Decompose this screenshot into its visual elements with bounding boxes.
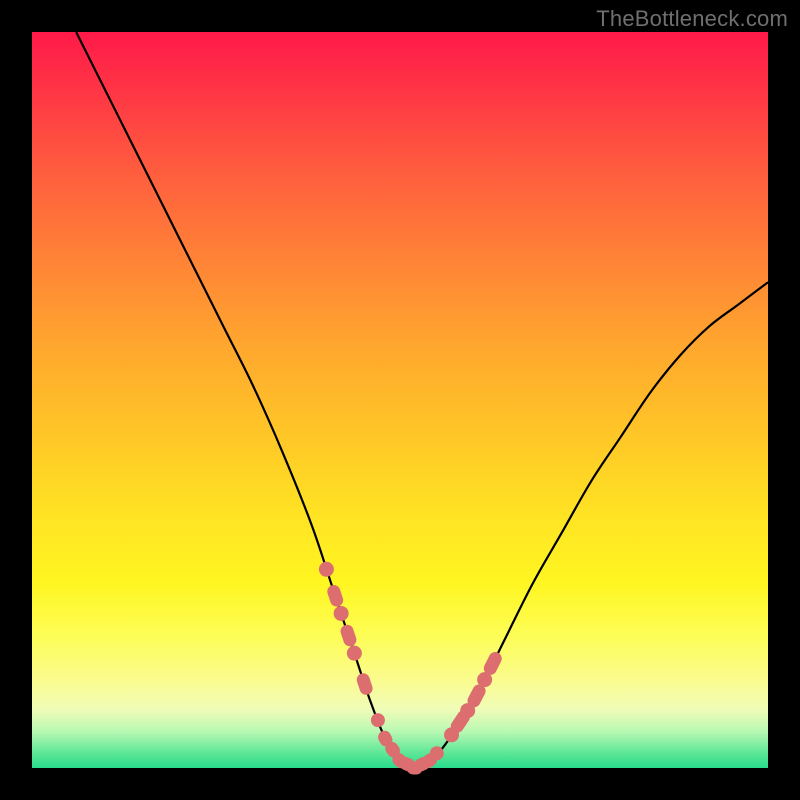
curve-marker-dot — [334, 606, 349, 621]
curve-marker-pill — [355, 672, 374, 697]
curve-path — [76, 32, 768, 768]
chart-plot-area — [32, 32, 768, 768]
curve-marker-dot — [430, 746, 444, 760]
curve-markers — [319, 562, 504, 775]
watermark-text: TheBottleneck.com — [596, 6, 788, 32]
curve-marker-dot — [319, 562, 334, 577]
curve-marker-pill — [339, 623, 358, 648]
curve-marker-dot — [371, 713, 385, 727]
curve-marker-pill — [326, 583, 345, 608]
bottleneck-curve — [32, 32, 768, 768]
curve-marker-dot — [347, 646, 362, 661]
chart-frame: TheBottleneck.com — [0, 0, 800, 800]
